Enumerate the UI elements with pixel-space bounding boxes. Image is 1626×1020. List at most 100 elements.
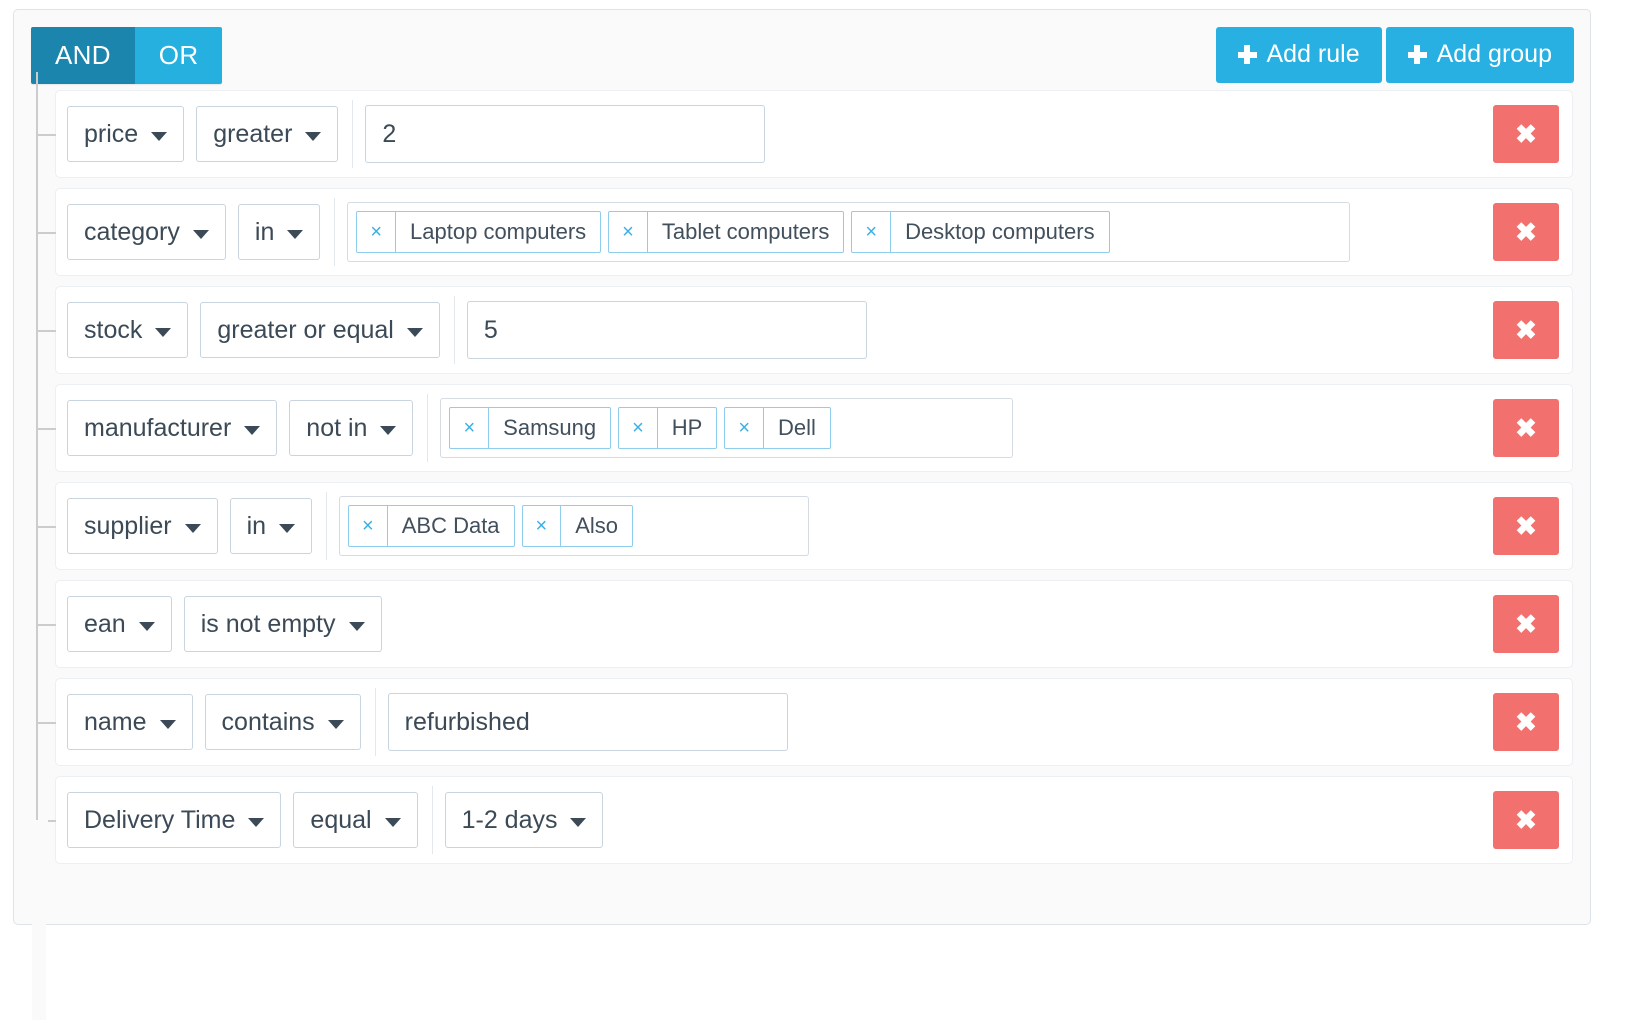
rule-field-label: name (84, 707, 147, 736)
rule-operator-select[interactable]: in (237, 204, 321, 260)
remove-tag-icon[interactable]: × (725, 408, 765, 448)
value-separator (431, 786, 433, 854)
delete-rule-button[interactable]: ✖ (1493, 595, 1559, 653)
rule-value-input[interactable] (466, 301, 867, 359)
chevron-down-icon (380, 425, 397, 435)
value-separator (334, 198, 336, 266)
chevron-down-icon (248, 817, 265, 827)
value-tag-label: Desktop computers (905, 219, 1095, 244)
chevron-down-icon (192, 229, 209, 239)
rule-operator-select[interactable]: greater (196, 106, 339, 162)
rule-value-multiselect[interactable]: × ABC Data × Also (339, 496, 810, 556)
rule-field-select[interactable]: category (67, 204, 226, 260)
rule-row: price greater ✖ (37, 90, 1573, 178)
chevron-down-icon (184, 523, 201, 533)
rule-field-label: ean (84, 609, 126, 638)
rule-field-label: price (84, 119, 139, 148)
remove-tag-icon[interactable]: × (450, 408, 490, 448)
value-separator (326, 492, 328, 560)
remove-tag-icon[interactable]: × (609, 212, 648, 252)
rule-operator-select[interactable]: is not empty (183, 596, 382, 652)
rule-field-label: Delivery Time (84, 805, 236, 834)
rule-row: Delivery Time equal 1-2 days ✖ (32, 776, 1573, 1020)
chevron-down-icon (155, 327, 172, 337)
rule-operator-label: in (246, 511, 267, 540)
delete-rule-button[interactable]: ✖ (1493, 105, 1559, 163)
delete-rule-button[interactable]: ✖ (1493, 693, 1559, 751)
chevron-down-icon (244, 425, 261, 435)
rule-value-label: 1-2 days (461, 805, 558, 834)
tree-elbow (32, 820, 46, 1020)
value-tag: × Laptop computers (356, 211, 602, 253)
add-group-button[interactable]: Add group (1385, 27, 1574, 83)
rule-field-select[interactable]: stock (67, 302, 189, 358)
rule-row: ean is not empty ✖ (37, 580, 1573, 668)
chevron-down-icon (279, 523, 296, 533)
value-separator (352, 100, 354, 168)
value-tag: × Dell (724, 407, 831, 449)
delete-rule-button[interactable]: ✖ (1493, 301, 1559, 359)
condition-or-button[interactable]: OR (134, 27, 223, 84)
value-tag: × Tablet computers (608, 211, 845, 253)
delete-rule-button[interactable]: ✖ (1493, 203, 1559, 261)
add-group-label: Add group (1436, 40, 1552, 68)
rule-value-select[interactable]: 1-2 days (444, 792, 604, 848)
value-separator (453, 296, 455, 364)
rule-row: supplier in × ABC Data × Also ✖ (37, 482, 1573, 570)
remove-tag-icon[interactable]: × (852, 212, 892, 252)
remove-tag-icon[interactable]: × (619, 408, 658, 448)
value-tag: × Samsung (449, 407, 612, 449)
remove-tag-icon[interactable]: × (523, 506, 562, 546)
chevron-down-icon (159, 719, 176, 729)
plus-icon (1237, 45, 1257, 64)
value-tag-label: Tablet computers (661, 219, 830, 244)
rule-field-select[interactable]: name (67, 694, 193, 750)
rule-value-multiselect[interactable]: × Laptop computers × Tablet computers × Deskt… (347, 202, 1351, 262)
group-actions: Add rule Add group (1215, 27, 1574, 83)
value-separator (427, 394, 429, 462)
rule-operator-select[interactable]: not in (289, 400, 414, 456)
rule-operator-select[interactable]: equal (293, 792, 418, 848)
plus-icon (1407, 45, 1427, 64)
value-tag: × ABC Data (348, 505, 515, 547)
rule-field-label: stock (84, 315, 143, 344)
remove-tag-icon[interactable]: × (357, 212, 397, 252)
rule-field-select[interactable]: manufacturer (67, 400, 278, 456)
rule-row: manufacturer not in × Samsung × HP × Dell ✖ (37, 384, 1573, 472)
value-tag-label: Also (575, 513, 619, 538)
rule-value-input[interactable] (387, 693, 788, 751)
chevron-down-icon (327, 719, 344, 729)
rule-operator-label: greater (213, 119, 293, 148)
chevron-down-icon (151, 131, 168, 141)
value-tag: × Desktop computers (851, 211, 1110, 253)
rule-value-input[interactable] (365, 105, 766, 163)
condition-and-button[interactable]: AND (31, 27, 135, 84)
chevron-down-icon (287, 229, 304, 239)
group-header: AND OR Add rule Add group (14, 10, 1590, 90)
delete-rule-button[interactable]: ✖ (1493, 791, 1559, 849)
rule-field-select[interactable]: price (67, 106, 185, 162)
value-tag: × Also (521, 505, 634, 547)
query-builder-group: AND OR Add rule Add group price greater ✖ c… (13, 9, 1591, 1020)
delete-rule-button[interactable]: ✖ (1493, 399, 1559, 457)
rule-operator-label: contains (221, 707, 315, 736)
rule-field-select[interactable]: supplier (67, 498, 218, 554)
rule-field-select[interactable]: Delivery Time (67, 792, 282, 848)
rule-field-select[interactable]: ean (67, 596, 172, 652)
rule-row: stock greater or equal ✖ (37, 286, 1573, 374)
rule-operator-select[interactable]: in (229, 498, 313, 554)
delete-rule-button[interactable]: ✖ (1493, 497, 1559, 555)
add-rule-button[interactable]: Add rule (1215, 27, 1382, 83)
rules-list: price greater ✖ category in × Laptop computers… (31, 72, 1573, 1020)
remove-tag-icon[interactable]: × (349, 506, 388, 546)
value-tag-label: ABC Data (401, 513, 500, 538)
rule-operator-select[interactable]: contains (204, 694, 361, 750)
rule-value-multiselect[interactable]: × Samsung × HP × Dell (440, 398, 1014, 458)
chevron-down-icon (348, 621, 365, 631)
rule-operator-select[interactable]: greater or equal (200, 302, 440, 358)
value-tag-label: Samsung (503, 415, 597, 440)
rule-field-label: manufacturer (84, 413, 232, 442)
rule-operator-label: in (254, 217, 275, 246)
chevron-down-icon (406, 327, 423, 337)
chevron-down-icon (570, 817, 587, 827)
